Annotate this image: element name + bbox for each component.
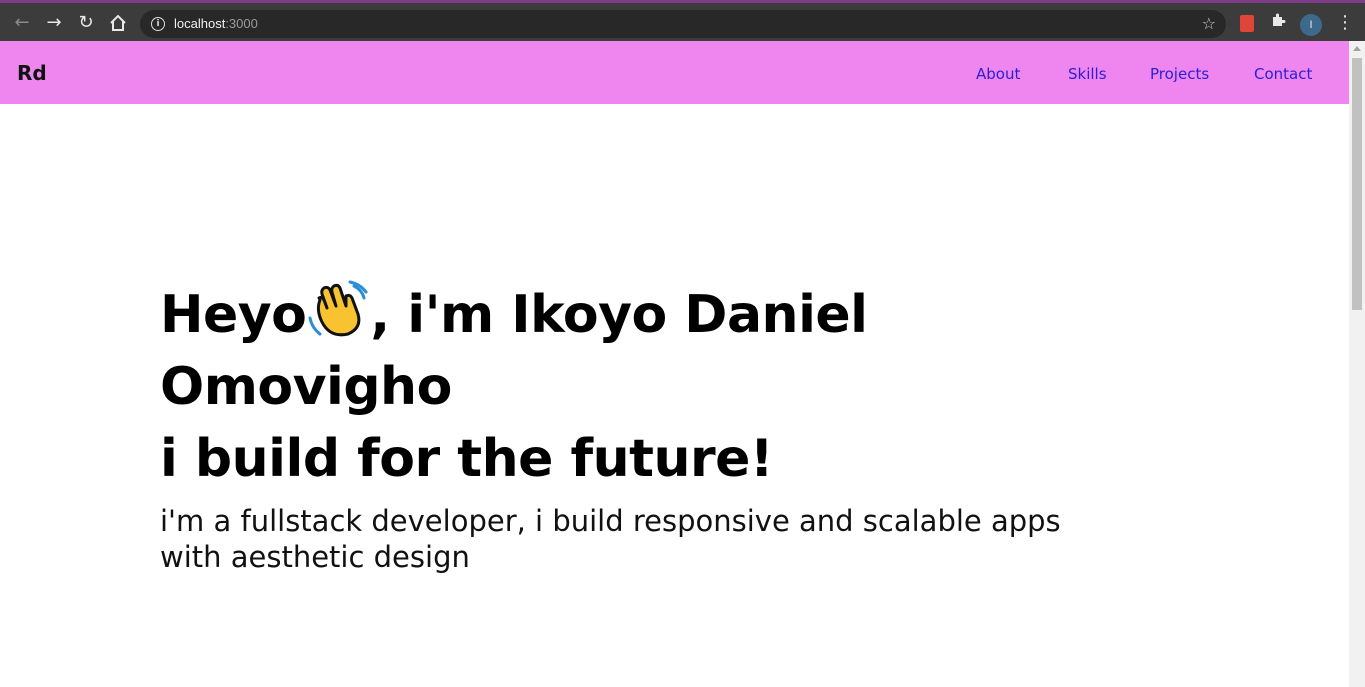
home-icon[interactable]: [107, 12, 129, 34]
nav-link-projects[interactable]: Projects: [1150, 65, 1209, 83]
hero-title: Heyo , i'm Ikoyo Daniel Omovigho i build…: [160, 278, 1160, 495]
page-scrollbar[interactable]: [1349, 41, 1365, 687]
waving-hand-icon: [308, 280, 368, 337]
back-arrow-icon[interactable]: ←: [11, 12, 33, 34]
pdf-extension-icon[interactable]: [1240, 15, 1254, 32]
browser-toolbar: ← → ↻ i localhost:3000 ☆ I ⋮: [0, 0, 1365, 41]
reload-icon[interactable]: ↻: [75, 12, 97, 34]
scroll-thumb[interactable]: [1352, 58, 1362, 310]
star-icon[interactable]: ☆: [1202, 14, 1216, 33]
info-icon[interactable]: i: [151, 17, 165, 31]
hero-tagline: i build for the future!: [160, 429, 774, 489]
address-bar[interactable]: i localhost:3000 ☆: [140, 10, 1226, 38]
forward-arrow-icon[interactable]: →: [43, 12, 65, 34]
hero-subtitle: i'm a fullstack developer, i build respo…: [160, 504, 1061, 574]
scroll-up-arrow-icon[interactable]: [1353, 46, 1361, 51]
url-host: localhost: [174, 16, 226, 31]
profile-avatar[interactable]: I: [1300, 14, 1322, 36]
vertical-dots-icon[interactable]: ⋮: [1336, 12, 1354, 34]
hero-section: Heyo , i'm Ikoyo Daniel Omovigho i build…: [160, 278, 1160, 575]
brand-logo[interactable]: Rd: [17, 61, 47, 85]
site-navbar: Rd About Skills Projects Contact: [0, 41, 1349, 104]
nav-link-contact[interactable]: Contact: [1254, 65, 1312, 83]
puzzle-icon[interactable]: [1270, 12, 1286, 32]
nav-link-about[interactable]: About: [976, 65, 1020, 83]
url-text[interactable]: localhost:3000: [174, 16, 258, 31]
nav-link-skills[interactable]: Skills: [1068, 65, 1107, 83]
hero-greeting: Heyo: [160, 285, 307, 345]
url-port: :3000: [225, 16, 258, 31]
